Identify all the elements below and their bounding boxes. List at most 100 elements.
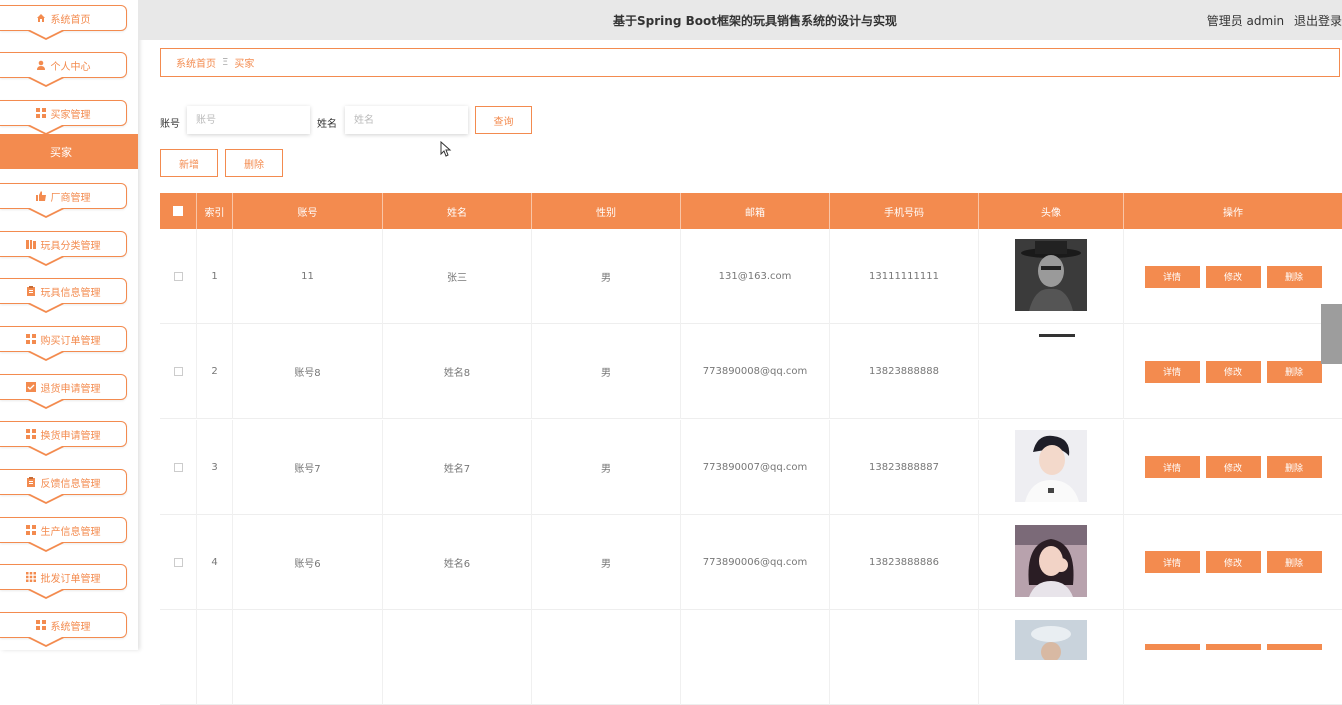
edit-button[interactable]: 修改 xyxy=(1205,456,1261,478)
grid-icon xyxy=(35,620,46,630)
cell-name: 张三 xyxy=(383,229,532,324)
row-cell xyxy=(979,610,1124,705)
clipboard-icon xyxy=(26,286,36,296)
row-cell xyxy=(1124,610,1342,705)
book-icon xyxy=(25,239,36,249)
sidebar-item-5[interactable]: 玩具分类管理 xyxy=(0,231,127,266)
user-icon xyxy=(36,60,46,70)
edit-button[interactable]: 修改 xyxy=(1205,265,1261,288)
sidebar-item-1[interactable]: 系统首页 xyxy=(0,5,127,40)
row-cell xyxy=(160,610,197,705)
sidebar-item-6[interactable]: 玩具信息管理 xyxy=(0,278,127,313)
edit-button[interactable] xyxy=(1205,644,1261,650)
header-avatar: 头像 xyxy=(979,193,1124,229)
row-cell xyxy=(681,610,830,705)
delete-button[interactable]: 删除 xyxy=(1266,265,1322,288)
cell-gender: 男 xyxy=(532,324,681,420)
edit-button[interactable]: 修改 xyxy=(1205,551,1261,574)
detail-button[interactable]: 详情 xyxy=(1144,456,1200,478)
row-cell xyxy=(830,610,979,705)
select-all-header xyxy=(160,193,197,229)
avatar-cell xyxy=(979,229,1124,324)
sidebar-item-active-buyer[interactable]: 买家 xyxy=(0,134,138,169)
scrollbar-thumb[interactable] xyxy=(1321,304,1342,364)
table-row: 1 11 张三男 131@163.com 13111111111 详情 修改 删除 xyxy=(160,229,1342,324)
clipboard-icon xyxy=(26,477,36,487)
menu-pointer-inner xyxy=(30,637,62,645)
cell-phone: 13823888888 xyxy=(830,324,979,420)
row-cell xyxy=(233,610,383,705)
name-label: 姓名 xyxy=(317,119,337,130)
row-checkbox[interactable] xyxy=(173,462,183,472)
actions-cell: 详情 修改 删除 xyxy=(1124,324,1342,419)
avatar-photo-girl xyxy=(1015,524,1087,600)
home-icon xyxy=(36,13,46,23)
account-search-input[interactable] xyxy=(187,106,310,134)
top-header: 基于Spring Boot框架的玩具销售系统的设计与实现 管理员 admin 退… xyxy=(138,0,1342,40)
sidebar-item-label: 玩具分类管理 xyxy=(40,240,101,252)
cell-account: 账号7 xyxy=(233,419,383,515)
edit-button[interactable]: 修改 xyxy=(1205,360,1261,383)
query-button[interactable]: 查询 xyxy=(475,106,532,134)
avatar-cell xyxy=(979,419,1124,515)
table-row: 3 账号7 姓名7 男 773890007@qq.com 13823888887 详情 修改删… xyxy=(160,419,1342,515)
detail-button[interactable]: 详情 xyxy=(1144,360,1200,383)
table-row xyxy=(160,610,1342,705)
breadcrumb: 系统首页 Ξ 买家 xyxy=(160,48,1340,77)
menu-pointer-inner xyxy=(30,303,62,311)
row-checkbox[interactable] xyxy=(173,367,183,377)
menu-pointer-inner xyxy=(30,125,62,133)
sidebar-item-10[interactable]: 反馈信息管理 xyxy=(0,469,127,504)
sidebar-item-12[interactable]: 批发订单管理 xyxy=(0,564,127,599)
cell-gender: 男 xyxy=(532,514,681,610)
sidebar-item-3[interactable]: 买家管理 xyxy=(0,100,127,135)
current-user-label: 管理员 admin xyxy=(1206,14,1285,28)
avatar-cell xyxy=(979,514,1124,610)
logout-link[interactable]: 退出登录 xyxy=(1294,14,1342,28)
breadcrumb-home[interactable]: 系统首页 xyxy=(176,55,216,70)
apps-icon xyxy=(25,572,36,582)
add-button[interactable]: 新增 xyxy=(160,149,218,177)
actions-cell: 详情 修改 删除 xyxy=(1124,515,1342,610)
breadcrumb-current: 买家 xyxy=(234,59,255,70)
sidebar-item-label: 批发订单管理 xyxy=(40,573,101,585)
row-checkbox[interactable] xyxy=(173,272,183,281)
actions-cell: 详情 修改 删除 xyxy=(1124,420,1342,515)
delete-button[interactable] xyxy=(1266,644,1322,650)
sidebar: 系统首页个人中心买家管理厂商管理玩具分类管理玩具信息管理购买订单管理退货申请管理… xyxy=(0,0,138,650)
delete-button[interactable]: 删除 xyxy=(1266,551,1322,574)
cell-email: 131@163.com xyxy=(681,229,830,324)
sidebar-item-9[interactable]: 换货申请管理 xyxy=(0,421,127,456)
sidebar-item-label: 购买订单管理 xyxy=(40,335,101,347)
sidebar-item-2[interactable]: 个人中心 xyxy=(0,52,127,87)
row-select-cell xyxy=(160,229,197,324)
cell-gender: 男 xyxy=(532,229,681,324)
avatar-cell xyxy=(979,324,1124,420)
header-phone: 手机号码 xyxy=(830,193,979,229)
menu-pointer-inner xyxy=(30,589,62,597)
delete-button[interactable]: 删除 xyxy=(1266,456,1322,478)
select-all-checkbox[interactable] xyxy=(173,206,183,216)
sidebar-item-13[interactable]: 系统管理 xyxy=(0,612,127,647)
sidebar-item-8[interactable]: 退货申请管理 xyxy=(0,374,127,409)
cell-email: 773890007@qq.com xyxy=(681,419,830,515)
sidebar-item-4[interactable]: 厂商管理 xyxy=(0,183,127,218)
menu-pointer-inner xyxy=(30,542,62,550)
row-select-cell xyxy=(160,324,197,420)
breadcrumb-separator: Ξ xyxy=(222,57,229,68)
sidebar-item-11[interactable]: 生产信息管理 xyxy=(0,517,127,552)
cell-name: 姓名6 xyxy=(383,514,532,610)
row-cell xyxy=(383,610,532,705)
header-user-area: 管理员 admin 退出登录 xyxy=(1201,12,1342,29)
delete-selected-button[interactable]: 删除 xyxy=(225,149,283,177)
sidebar-item-label: 系统管理 xyxy=(50,621,91,633)
name-search-input[interactable] xyxy=(345,106,468,134)
detail-button[interactable]: 详情 xyxy=(1144,551,1200,574)
delete-button[interactable]: 删除 xyxy=(1266,360,1322,383)
sidebar-item-7[interactable]: 购买订单管理 xyxy=(0,326,127,361)
sidebar-item-label: 换货申请管理 xyxy=(40,430,101,442)
detail-button[interactable]: 详情 xyxy=(1144,265,1200,288)
row-checkbox[interactable] xyxy=(173,557,183,567)
header-account: 账号 xyxy=(233,193,383,229)
detail-button[interactable] xyxy=(1144,644,1200,650)
